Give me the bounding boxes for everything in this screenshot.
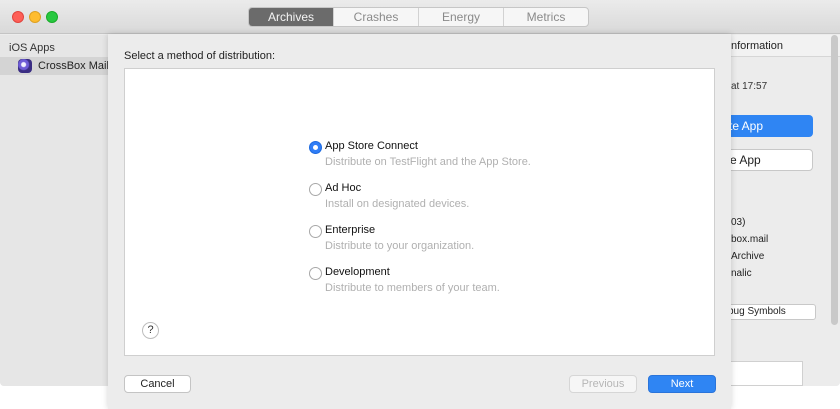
distribute-app-button[interactable]: te App — [721, 115, 813, 137]
option-description: Distribute to your organization. — [325, 240, 475, 252]
option-label: Ad Hoc — [325, 182, 362, 194]
tab-crashes[interactable]: Crashes — [333, 8, 418, 26]
option-description: Install on designated devices. — [325, 198, 470, 210]
tab-energy[interactable]: Energy — [418, 8, 503, 26]
option-label: Development — [325, 266, 390, 278]
type-value: Archive — [731, 251, 765, 262]
identifier-value: box.mail — [731, 234, 769, 245]
tab-archives[interactable]: Archives — [249, 8, 333, 26]
close-window-button[interactable] — [12, 11, 24, 23]
team-value: nalic — [731, 268, 752, 279]
validate-app-button[interactable]: e App — [721, 149, 813, 171]
zoom-window-button[interactable] — [46, 11, 58, 23]
tab-metrics[interactable]: Metrics — [503, 8, 588, 26]
cancel-button[interactable]: Cancel — [124, 375, 191, 393]
radio-enterprise[interactable] — [309, 225, 322, 238]
title-bar: Archives Crashes Energy Metrics — [0, 0, 840, 34]
option-label: Enterprise — [325, 224, 376, 236]
version-value: 03) — [731, 217, 746, 228]
radio-development[interactable] — [309, 267, 322, 280]
next-button[interactable]: Next — [648, 375, 716, 393]
sidebar-item-label: CrossBox Mail — [38, 60, 109, 72]
sheet-title: Select a method of distribution: — [124, 50, 276, 62]
distribution-options-panel: App Store Connect Distribute on TestFlig… — [124, 68, 715, 356]
option-app-store-connect[interactable]: App Store Connect Distribute on TestFlig… — [309, 140, 569, 174]
option-description: Distribute to members of your team. — [325, 282, 500, 294]
inspector-scrollbar[interactable] — [831, 35, 838, 325]
radio-app-store-connect[interactable] — [309, 141, 322, 154]
option-development[interactable]: Development Distribute to members of you… — [309, 266, 569, 300]
option-enterprise[interactable]: Enterprise Distribute to your organizati… — [309, 224, 569, 258]
option-label: App Store Connect — [325, 140, 418, 152]
radio-ad-hoc[interactable] — [309, 183, 322, 196]
app-icon — [18, 59, 32, 73]
minimize-window-button[interactable] — [29, 11, 41, 23]
distribution-sheet: Select a method of distribution: App Sto… — [108, 34, 731, 409]
sidebar-header: iOS Apps — [9, 42, 55, 54]
archive-date: at 17:57 — [731, 81, 768, 92]
organizer-segmented-control: Archives Crashes Energy Metrics — [248, 7, 589, 27]
option-ad-hoc[interactable]: Ad Hoc Install on designated devices. — [309, 182, 569, 216]
sidebar: iOS Apps CrossBox Mail — [0, 35, 110, 386]
inspector-header: nformation — [731, 35, 840, 57]
download-debug-symbols-button[interactable]: bug Symbols — [721, 304, 816, 320]
help-button[interactable]: ? — [142, 322, 159, 339]
sidebar-item-crossbox-mail[interactable]: CrossBox Mail — [0, 57, 110, 75]
previous-button[interactable]: Previous — [569, 375, 637, 393]
description-field[interactable] — [721, 361, 803, 386]
inspector-panel: nformation at 17:57 te App e App 03) box… — [721, 35, 840, 386]
option-description: Distribute on TestFlight and the App Sto… — [325, 156, 531, 168]
inspector-title: nformation — [731, 40, 783, 52]
